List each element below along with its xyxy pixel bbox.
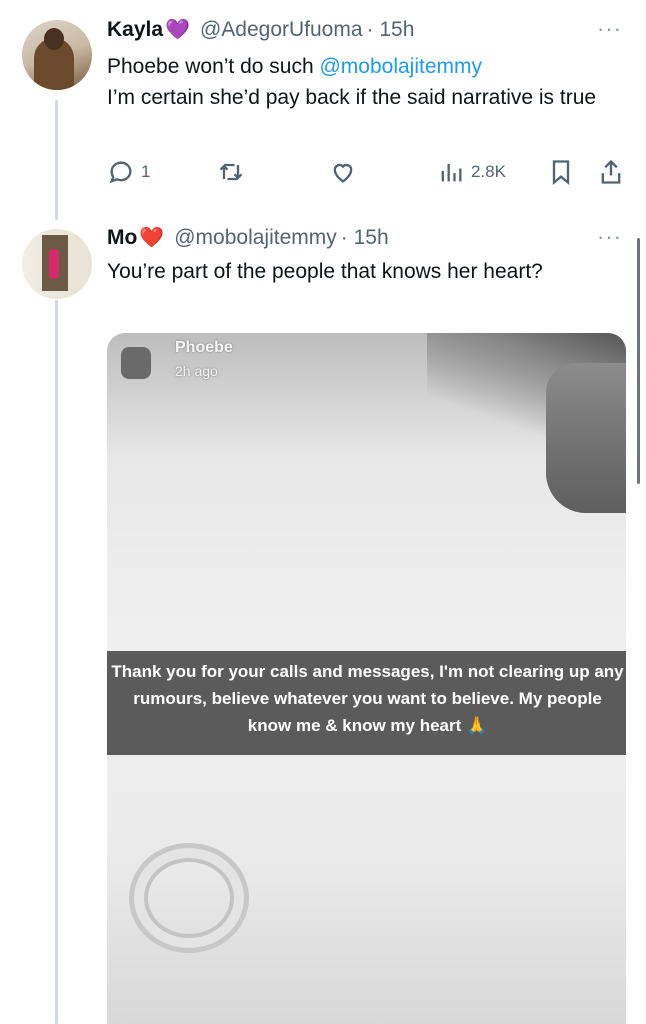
thread-connector [55,300,58,1024]
tweet-text-line: Phoebe won’t do such [107,55,320,78]
mention-link[interactable]: @mobolajitemmy [319,55,482,78]
view-count: 2.8K [471,162,506,181]
timestamp[interactable]: · 15h [367,18,415,42]
reply-count: 1 [141,162,151,181]
story-avatar [121,347,151,379]
retweet-button[interactable] [217,158,245,186]
tweet-text: You’re part of the people that knows her… [107,260,543,283]
reply-icon [109,161,132,184]
avatar[interactable] [22,20,92,90]
more-options-icon[interactable]: ··· [597,16,622,42]
tweet-header: Kayla 💜 @AdegorUfuoma · 15h [107,17,414,42]
views-icon [441,163,462,182]
timestamp[interactable]: · 15h [341,226,389,250]
avatar-face [44,28,64,50]
tweet-actions: 1 2.8K [107,155,627,191]
display-name[interactable]: Kayla [107,18,163,42]
views-button[interactable]: 2.8K [437,158,506,186]
tweet-text-line: I’m certain she’d pay back if the said n… [107,86,597,109]
image-ring [129,843,249,953]
avatar-person [49,249,59,279]
scrollbar[interactable] [637,238,640,484]
display-name[interactable]: Mo [107,226,137,250]
share-icon [601,159,621,184]
avatar[interactable] [22,229,92,299]
more-options-icon[interactable]: ··· [597,224,622,250]
attached-image[interactable]: Phoebe 2h ago Thank you for your calls a… [107,333,626,1024]
bookmark-button[interactable] [547,158,575,186]
image-hand [546,363,626,513]
story-caption: Thank you for your calls and messages, I… [111,662,624,735]
like-button[interactable] [329,158,357,186]
tweet-header: Mo ❤️ @mobolajitemmy · 15h [107,225,389,250]
share-button[interactable] [597,158,625,186]
red-heart-icon: ❤️ [139,227,165,249]
thread-connector [55,100,58,220]
username[interactable]: @mobolajitemmy [174,226,337,250]
purple-heart-icon: 💜 [165,19,190,41]
heart-icon [333,163,353,183]
story-name: Phoebe [175,339,233,356]
reply-button[interactable]: 1 [107,158,150,186]
story-time: 2h ago [175,363,218,379]
bookmark-icon [552,160,570,185]
tweet-text: Phoebe won’t do such @mobolajitemmy I’m … [107,51,627,113]
username[interactable]: @AdegorUfuoma [200,18,363,42]
retweet-icon [219,163,243,181]
